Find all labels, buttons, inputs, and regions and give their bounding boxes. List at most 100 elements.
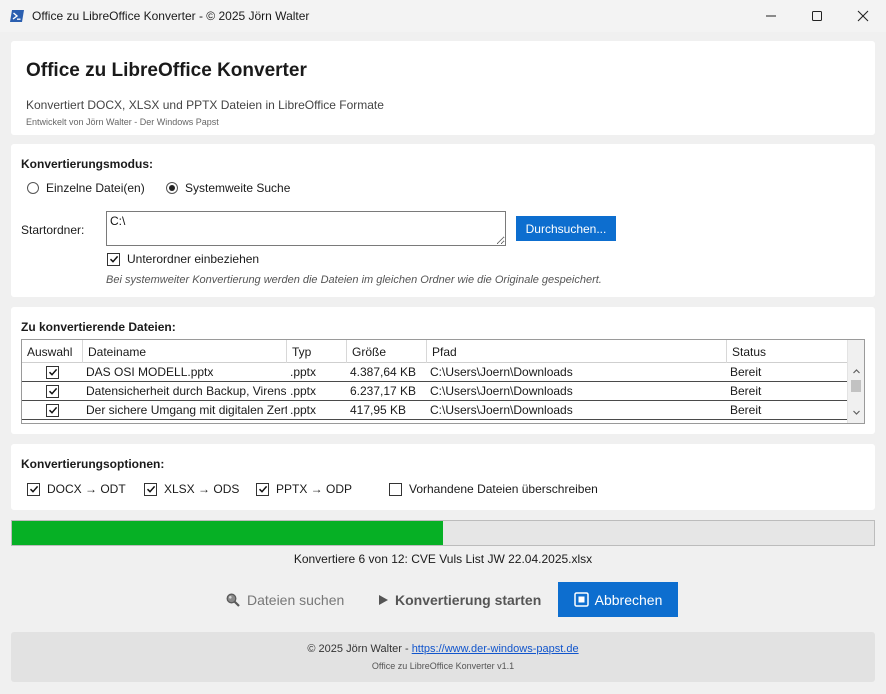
row-path: C:\Users\Joern\Downloads	[430, 403, 573, 417]
conversion-options-panel: Konvertierungsoptionen: DOCX → ODT XLSX …	[11, 444, 875, 510]
minimize-button[interactable]	[748, 0, 794, 32]
play-icon	[379, 594, 388, 605]
pptx-to-odp-checkbox[interactable]: PPTX → ODP	[256, 482, 352, 496]
table-row[interactable]: Datensicherheit durch Backup, Virenscann…	[22, 382, 848, 401]
scrollbar-thumb[interactable]	[851, 380, 861, 392]
row-path: C:\Users\Joern\Downloads	[430, 365, 573, 379]
overwrite-existing-checkbox[interactable]: Vorhandene Dateien überschreiben	[389, 482, 598, 496]
row-select-cell[interactable]	[22, 363, 83, 381]
footer-version: Office zu LibreOffice Konverter v1.1	[371, 661, 515, 671]
checkmark-icon	[109, 255, 118, 263]
column-header-path[interactable]: Pfad	[427, 340, 727, 363]
row-status: Bereit	[730, 403, 762, 417]
checkmark-icon	[48, 406, 57, 414]
pptx-to-odp-label: PPTX → ODP	[276, 482, 353, 496]
magnifier-icon	[226, 593, 240, 607]
maximize-icon	[812, 11, 822, 21]
column-header-size[interactable]: Größe	[347, 340, 427, 363]
conversion-mode-title: Konvertierungsmodus:	[21, 157, 154, 171]
window-client-area: Office zu LibreOffice Konverter Konverti…	[0, 32, 886, 694]
close-button[interactable]	[840, 0, 886, 32]
system-mode-hint: Bei systemweiter Konvertierung werden di…	[106, 274, 602, 286]
progress-fill	[12, 521, 443, 545]
column-header-filename[interactable]: Dateiname	[83, 340, 287, 363]
xlsx-to-ods-label: XLSX → ODS	[164, 482, 240, 496]
radio-single-label: Einzelne Datei(en)	[46, 181, 145, 195]
row-size: 4.387,64 KB	[350, 365, 417, 379]
start-conversion-button[interactable]: Konvertierung starten	[378, 582, 541, 617]
row-filename: DAS OSI MODELL.pptx	[86, 365, 214, 379]
column-header-status[interactable]: Status	[727, 340, 848, 363]
row-filename: Datensicherheit durch Backup, Virenscann…	[86, 384, 287, 398]
files-section-title: Zu konvertierende Dateien:	[21, 320, 176, 334]
cancel-label: Abbrechen	[594, 591, 663, 608]
conversion-options-title: Konvertierungsoptionen:	[21, 457, 165, 471]
scroll-down-icon[interactable]	[852, 408, 861, 417]
conversion-mode-panel: Konvertierungsmodus: Einzelne Datei(en) …	[11, 144, 875, 297]
table-row[interactable]: DAS OSI MODELL.pptx .pptx 4.387,64 KB C:…	[22, 363, 848, 382]
checkbox-box	[107, 252, 120, 266]
header-panel: Office zu LibreOffice Konverter Konverti…	[11, 41, 875, 135]
row-status: Bereit	[730, 365, 762, 379]
row-select-cell[interactable]	[22, 401, 83, 419]
row-select-cell[interactable]	[22, 382, 83, 400]
row-path: C:\Users\Joern\Downloads	[430, 384, 573, 398]
radio-indicator	[27, 182, 39, 194]
checkbox-box	[144, 482, 157, 496]
checkmark-icon	[146, 485, 155, 493]
footer: © 2025 Jörn Walter - https://www.der-win…	[11, 632, 875, 682]
overwrite-existing-label: Vorhandene Dateien überschreiben	[409, 482, 598, 496]
row-filename: Der sichere Umgang mit digitalen Zertifi…	[86, 403, 287, 417]
xlsx-to-ods-checkbox[interactable]: XLSX → ODS	[144, 482, 239, 496]
radio-system-label: Systemweite Suche	[185, 181, 291, 195]
progress-status-text: Konvertiere 6 von 12: CVE Vuls List JW 2…	[293, 552, 593, 566]
title-bar: Office zu LibreOffice Konverter - © 2025…	[0, 0, 886, 32]
maximize-button[interactable]	[794, 0, 840, 32]
search-files-label: Dateien suchen	[247, 591, 345, 608]
website-link[interactable]: https://www.der-windows-papst.de	[412, 643, 579, 655]
row-size: 6.237,17 KB	[350, 384, 417, 398]
radio-single-files[interactable]: Einzelne Datei(en)	[27, 181, 145, 195]
column-header-select[interactable]: Auswahl	[22, 340, 83, 363]
conversion-progress-bar	[11, 520, 875, 546]
row-size: 417,95 KB	[350, 403, 407, 417]
start-conversion-label: Konvertierung starten	[395, 591, 542, 608]
app-subtitle: Konvertiert DOCX, XLSX und PPTX Dateien …	[26, 98, 384, 112]
files-panel: Zu konvertierende Dateien: Auswahl Datei…	[11, 307, 875, 434]
checkbox-box	[256, 482, 269, 496]
start-folder-input[interactable]: C:\	[106, 211, 506, 246]
row-type: .pptx	[290, 365, 317, 379]
row-type: .pptx	[290, 384, 317, 398]
radio-system-search[interactable]: Systemweite Suche	[166, 181, 290, 195]
column-header-type[interactable]: Typ	[287, 340, 347, 363]
include-subfolders-label: Unterordner einbeziehen	[127, 252, 260, 266]
checkmark-icon	[48, 387, 57, 395]
files-table[interactable]: Auswahl Dateiname Typ Größe Pfad Status …	[21, 339, 865, 424]
docx-to-odt-label: DOCX → ODT	[47, 482, 126, 496]
browse-button[interactable]: Durchsuchen...	[516, 216, 616, 241]
checkmark-icon	[258, 485, 267, 493]
window-title: Office zu LibreOffice Konverter - © 2025…	[32, 9, 310, 23]
row-checkbox[interactable]	[46, 403, 59, 417]
search-files-button[interactable]: Dateien suchen	[225, 582, 344, 617]
checkbox-box-empty	[389, 482, 402, 496]
radio-indicator-selected	[166, 182, 178, 194]
row-checkbox[interactable]	[46, 365, 59, 379]
table-row[interactable]: Der sichere Umgang mit digitalen Zertifi…	[22, 401, 848, 420]
app-title: Office zu LibreOffice Konverter	[26, 60, 307, 81]
scroll-up-icon[interactable]	[852, 367, 861, 376]
powershell-icon	[10, 10, 24, 22]
row-checkbox[interactable]	[46, 384, 59, 398]
checkbox-box	[27, 482, 40, 496]
include-subfolders-checkbox[interactable]: Unterordner einbeziehen	[107, 252, 259, 266]
docx-to-odt-checkbox[interactable]: DOCX → ODT	[27, 482, 126, 496]
table-vertical-scrollbar[interactable]	[847, 340, 864, 423]
footer-copyright-line: © 2025 Jörn Walter - https://www.der-win…	[11, 643, 875, 655]
developer-credit: Entwickelt von Jörn Walter - Der Windows…	[26, 117, 219, 127]
row-type: .pptx	[290, 403, 317, 417]
cancel-button[interactable]: Abbrechen	[558, 582, 678, 617]
table-header: Auswahl Dateiname Typ Größe Pfad Status	[22, 340, 848, 363]
checkmark-icon	[48, 368, 57, 376]
close-icon	[857, 10, 869, 22]
row-status: Bereit	[730, 384, 762, 398]
